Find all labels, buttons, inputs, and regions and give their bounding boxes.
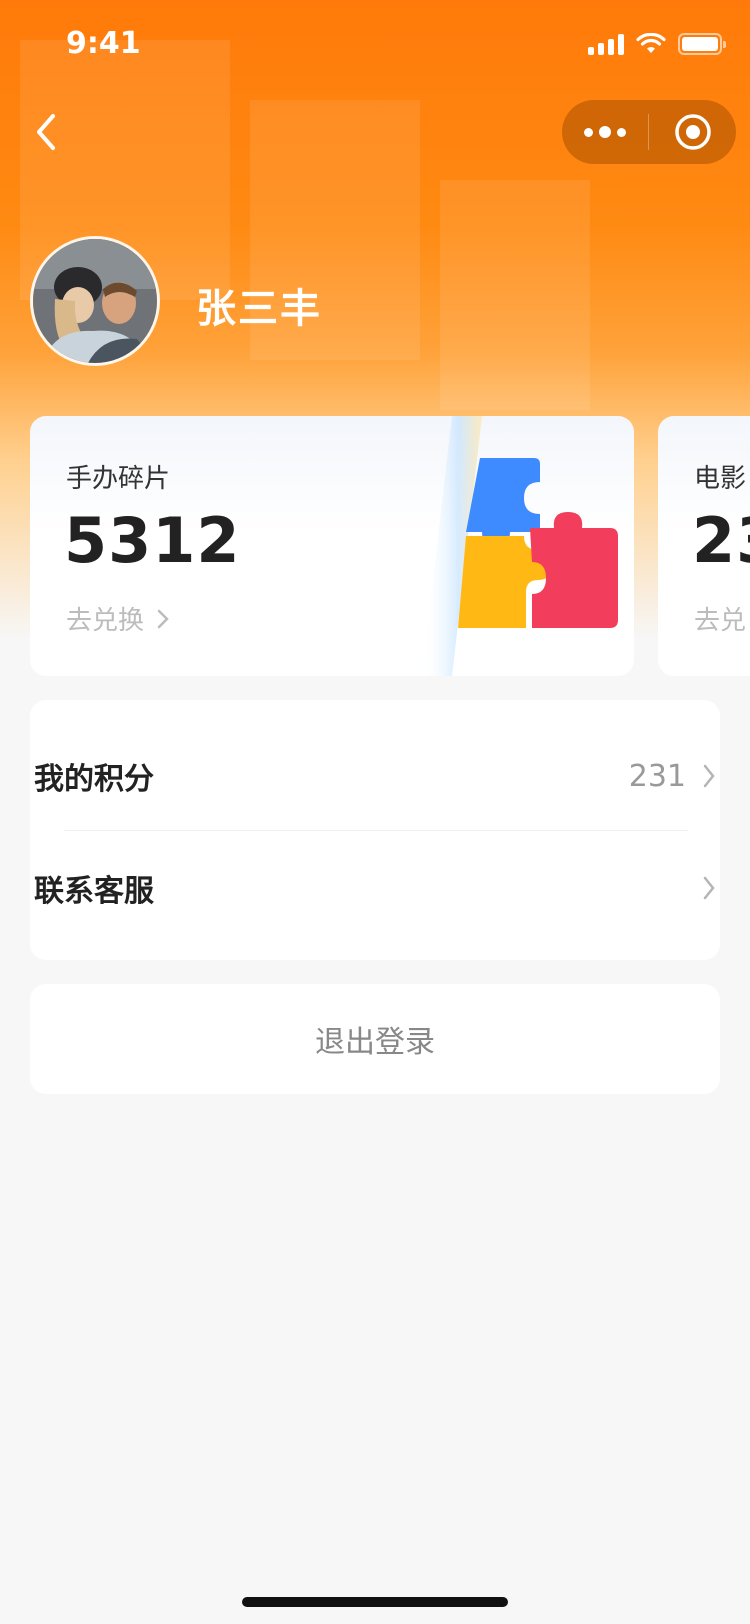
wifi-icon [636,33,666,53]
card-title: 电影 [694,464,747,494]
avatar-photo [33,239,157,363]
avatar[interactable] [30,236,160,366]
miniapp-capsule [562,100,736,164]
redeem-link[interactable]: 去兑换 [66,600,170,637]
card-title: 手办碎片 [66,464,171,494]
status-icons [588,30,726,58]
more-button[interactable] [562,100,648,164]
status-bar: 9:41 [0,0,750,88]
chevron-right-icon [157,609,169,628]
user-name: 张三丰 [196,286,322,332]
signal-icon [588,33,624,55]
redeem-link[interactable]: 去兑 [694,600,746,637]
status-time: 9:41 [66,26,141,61]
menu-item-points[interactable]: 我的积分 231 [34,726,716,826]
card-value: 23 [692,504,750,577]
redeem-label: 去兑换 [66,606,145,636]
menu-item-label: 联系客服 [34,874,154,909]
menu-item-customer-service[interactable]: 联系客服 [34,838,716,938]
menu-divider [64,830,688,831]
chevron-right-icon [703,764,715,788]
card-value: 5312 [64,504,241,577]
target-circle-icon [674,114,711,150]
close-button[interactable] [649,100,736,164]
menu-item-label: 我的积分 [34,762,154,797]
back-button[interactable] [26,108,66,156]
battery-icon [678,33,726,55]
movie-card[interactable]: 电影 23 去兑 [658,416,750,676]
redeem-label: 去兑 [694,606,747,636]
collectible-card[interactable]: 手办碎片 5312 去兑换 [30,416,634,676]
home-indicator [242,1597,508,1607]
window-light [440,180,590,410]
puzzle-icon [422,416,618,676]
chevron-left-icon [37,114,55,150]
logout-button[interactable]: 退出登录 [30,984,720,1094]
points-value: 231 [628,758,686,794]
chevron-right-icon [703,876,715,900]
more-dots-icon [584,127,593,137]
